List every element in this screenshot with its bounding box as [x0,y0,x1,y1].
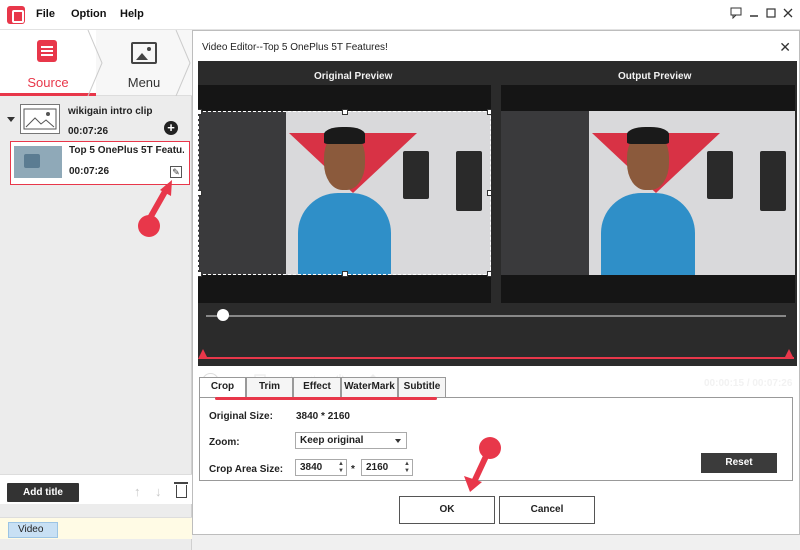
crop-area-size-label: Crop Area Size: [209,464,284,475]
selected-clip-duration: 00:07:26 [69,166,110,177]
edit-icon[interactable]: ✎ [170,166,182,178]
menu-image-icon [131,42,157,64]
selected-clip-name: Top 5 OnePlus 5T Featu... [69,145,184,156]
title-group-row[interactable]: wikigain intro clip 00:07:26 + [0,100,192,140]
feedback-icon[interactable] [729,7,743,21]
crop-box[interactable] [198,109,491,277]
spinner-arrows-icon[interactable]: ▲ ▼ [338,461,344,475]
title-group-name: wikigain intro clip [68,106,153,117]
expand-caret-icon[interactable] [7,117,15,122]
move-down-icon[interactable]: ↓ [155,484,162,499]
tab-source[interactable]: Source [0,30,96,96]
preview-player: Original Preview Output Preview 00:00:15… [198,61,797,390]
close-icon[interactable]: ✕ [779,39,791,56]
tab-effect[interactable]: Effect [293,377,341,397]
close-window-icon[interactable] [781,7,795,21]
crop-handle[interactable] [487,109,491,115]
video-tag[interactable]: Video [8,522,58,538]
seek-track[interactable] [206,315,786,317]
left-pane: Source Menu wikigain intro clip 00:07:26… [0,30,192,550]
output-video-frame [501,111,795,275]
crop-width-value: 3840 [300,462,323,473]
crop-height-spinner[interactable]: 2160 ▲ ▼ [361,459,413,476]
tabs-highlight-underline [215,397,437,400]
reset-button[interactable]: Reset [701,453,777,473]
source-document-icon [37,40,57,62]
cancel-button[interactable]: Cancel [499,496,595,524]
time-readout: 00:00:15 / 00:07:26 [704,378,792,389]
time-current: 00:00:15 [704,378,745,389]
crop-handle[interactable] [342,109,348,115]
crop-handle[interactable] [198,109,202,115]
tab-watermark[interactable]: WaterMark [341,377,398,397]
minimize-icon[interactable] [747,7,761,21]
left-bottom-toolbar: Add title ↑ ↓ [0,474,192,504]
move-up-icon[interactable]: ↑ [134,484,141,499]
menu-file[interactable]: File [36,8,55,20]
zoom-label: Zoom: [209,437,240,448]
time-separator: / [746,378,750,389]
original-size-label: Original Size: [209,411,273,422]
tab-subtitle[interactable]: Subtitle [398,377,446,397]
seek-handle[interactable] [217,309,229,321]
original-size-value: 3840 * 2160 [296,411,350,422]
menu-option[interactable]: Option [71,8,106,20]
time-total: 00:07:26 [752,378,793,389]
chevron-down-icon [395,439,401,443]
add-title-button[interactable]: Add title [7,483,79,502]
crop-handle[interactable] [487,271,491,277]
original-preview-frame[interactable] [198,85,491,303]
crop-handle[interactable] [487,190,491,196]
clip-thumbnail [14,146,62,178]
spinner-arrows-icon[interactable]: ▲ ▼ [404,461,410,475]
tab-trim[interactable]: Trim [246,377,293,397]
maximize-icon[interactable] [764,7,778,21]
title-group-duration: 00:07:26 [68,126,109,137]
crop-handle[interactable] [342,271,348,277]
output-preview-label: Output Preview [618,71,692,82]
tab-source-label: Source [27,75,69,90]
crop-times-sign: * [351,464,355,475]
trim-range-bar [202,357,794,359]
menu-help[interactable]: Help [120,8,144,20]
crop-width-spinner[interactable]: 3840 ▲ ▼ [295,459,347,476]
ok-button[interactable]: OK [399,496,495,524]
app-logo-icon [7,6,25,24]
nav-tabs: Source Menu [0,30,192,96]
zoom-select[interactable]: Keep original [295,432,407,449]
trash-icon[interactable] [174,482,188,498]
title-thumbnail-icon [20,104,60,134]
tab-divider-chevron [175,30,191,96]
crop-height-value: 2160 [366,462,389,473]
add-clip-icon[interactable]: + [164,121,178,135]
original-preview-label: Original Preview [314,71,393,82]
crop-handle[interactable] [198,271,202,277]
video-track-strip: Video [0,517,192,539]
pointer-arrow-icon [147,180,172,221]
crop-handle[interactable] [198,190,202,196]
dialog-title: Video Editor--Top 5 OnePlus 5T Features! [202,42,388,53]
pointer-arrow-icon [464,449,491,492]
tab-crop[interactable]: Crop [199,377,246,398]
menu-bar: File Option Help [0,0,800,30]
zoom-selected-value: Keep original [300,435,364,446]
output-preview-frame [501,85,795,303]
